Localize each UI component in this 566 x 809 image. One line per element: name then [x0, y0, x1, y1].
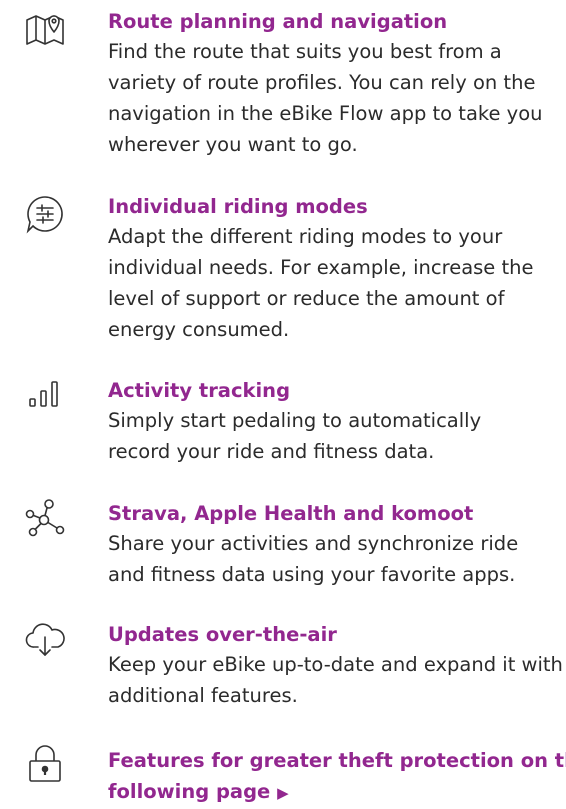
- feature-title: Route planning and navigation: [108, 10, 448, 33]
- title-line: Features for greater theft protection on…: [108, 749, 566, 772]
- bar-chart-icon: [24, 375, 66, 417]
- feature-description: Share your activities and synchronize ri…: [108, 528, 566, 590]
- description-line: level of support or reduce the amount of: [108, 287, 505, 310]
- feature-title: Strava, Apple Health and komoot: [108, 502, 474, 525]
- network-share-icon: [24, 498, 66, 540]
- cloud-download-icon: [24, 619, 66, 661]
- feature-description: Find the route that suits you best from …: [108, 36, 566, 160]
- description-line: record your ride and fitness data.: [108, 440, 435, 463]
- description-line: wherever you want to go.: [108, 133, 358, 156]
- description-line: individual needs. For example, increase …: [108, 256, 534, 279]
- description-line: variety of route profiles. You can rely …: [108, 71, 536, 94]
- description-line: Find the route that suits you best from …: [108, 40, 502, 63]
- description-line: energy consumed.: [108, 318, 290, 341]
- padlock-icon: [24, 743, 66, 785]
- theft-protection-link[interactable]: Features for greater theft protection on…: [108, 745, 566, 809]
- description-line: Keep your eBike up-to-date and expand it…: [108, 653, 563, 676]
- feature-description: Keep your eBike up-to-date and expand it…: [108, 649, 566, 711]
- feature-title: Individual riding modes: [108, 195, 368, 218]
- description-line: Simply start pedaling to automatically: [108, 409, 482, 432]
- description-line: additional features.: [108, 684, 298, 707]
- feature-title: Updates over-the-air: [108, 623, 337, 646]
- arrow-right-icon: ▶: [277, 784, 289, 802]
- description-line: Share your activities and synchronize ri…: [108, 532, 519, 555]
- description-line: and fitness data using your favorite app…: [108, 563, 516, 586]
- feature-title: Activity tracking: [108, 379, 291, 402]
- feature-description: Simply start pedaling to automatically r…: [108, 405, 566, 467]
- feature-description: Adapt the different riding modes to your…: [108, 221, 566, 345]
- map-pin-icon: [24, 10, 66, 52]
- sliders-icon: [24, 193, 66, 235]
- title-line: following page ▶: [108, 776, 566, 809]
- description-line: navigation in the eBike Flow app to take…: [108, 102, 543, 125]
- description-line: Adapt the different riding modes to your: [108, 225, 503, 248]
